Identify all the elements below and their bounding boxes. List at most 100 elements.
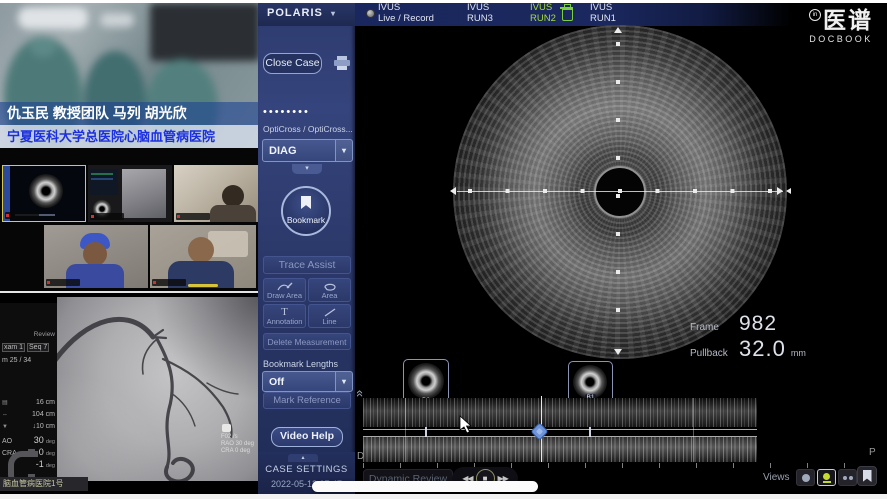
- bookmark-button[interactable]: Bookmark: [281, 186, 331, 236]
- angio-measure-3: ↓10 cm: [32, 423, 55, 430]
- overlay-line: CRA 0 deg: [221, 448, 254, 455]
- area-button[interactable]: Area: [308, 278, 351, 302]
- text-annotation-icon: T: [281, 307, 288, 317]
- ruler-arrow-up-icon: [614, 27, 622, 33]
- angio-measure-2: 104 cm: [32, 411, 55, 418]
- panel-collapse-tab[interactable]: ▾: [292, 164, 322, 174]
- angio-frame-counter: m 25 / 34: [2, 357, 55, 364]
- logo-english: DOCBOOK: [798, 34, 884, 44]
- angio-measure-1: 16 cm: [36, 399, 55, 406]
- case-settings-label[interactable]: CASE SETTINGS: [258, 464, 355, 475]
- table-height-icon: ▤: [2, 399, 8, 406]
- draw-area-icon: [277, 282, 293, 291]
- conference-tile-remote-doctor[interactable]: [174, 165, 258, 222]
- vertical-ruler-ticks: [616, 42, 620, 344]
- or-lamp-2: [100, 13, 134, 27]
- longitudinal-view-upper[interactable]: [363, 398, 757, 427]
- frame-readout: Frame 982 Pullback 32.0 mm: [690, 312, 810, 362]
- draw-area-button[interactable]: Draw Area: [263, 278, 306, 302]
- probe-view-base: [823, 481, 831, 483]
- bookmark-icon: [863, 470, 872, 482]
- frame-label: Frame: [690, 322, 734, 333]
- tab-line1: IVUS: [590, 2, 616, 13]
- participant-name-pill: [176, 213, 210, 220]
- participant-head: [222, 185, 244, 207]
- tab-ivus-run2-active[interactable]: IVUS RUN2: [530, 2, 556, 24]
- angle-unit: deg: [46, 439, 55, 445]
- docbook-logo: in 医谱 DOCBOOK: [798, 7, 884, 44]
- participant-body: [210, 205, 256, 222]
- overlay-line: F02 /s: [221, 434, 254, 441]
- conference-tile-ivus-share[interactable]: [2, 165, 86, 222]
- delete-run-icon[interactable]: [562, 9, 573, 21]
- close-case-button[interactable]: Close Case: [263, 53, 322, 74]
- pullback-ruler: [363, 463, 875, 468]
- angio-source-label: 脑血管病医院1号: [0, 477, 88, 491]
- longitudinal-view-lower[interactable]: [363, 437, 757, 462]
- angiography-panel: Review xam 1 Seq 7 m 25 / 34 ▤ 16 cm ⇔ 1…: [0, 291, 258, 494]
- mode-select[interactable]: DIAG ▾: [262, 139, 353, 162]
- polaris-ivus-screen: 仇玉民 教授团队 马列 胡光欣 宁夏医科大学总医院心脑血管病医院: [0, 0, 887, 499]
- app-title: POLARIS: [267, 7, 323, 19]
- ruler-arrow-right-icon: [777, 187, 783, 195]
- tab-line2: Live / Record: [378, 13, 434, 24]
- view-dual-button[interactable]: [838, 469, 857, 486]
- delete-measurement-button[interactable]: Delete Measurement: [263, 333, 351, 350]
- participant-head: [83, 242, 107, 266]
- tab-ivus-live-record[interactable]: IVUS Live / Record: [378, 2, 434, 24]
- video-help-button[interactable]: Video Help: [271, 427, 343, 447]
- bookmark-thumbnail-b1[interactable]: B1: [568, 361, 613, 403]
- angle-value: 0: [39, 447, 44, 457]
- overlay-line: RAO 30 deg: [221, 441, 254, 448]
- angio-review-label: Review: [2, 331, 55, 338]
- monitor-trace: [91, 173, 113, 175]
- segment-boundary-left: [405, 398, 406, 462]
- dual-view-icon: [849, 476, 853, 480]
- angle-value: 30: [34, 435, 44, 445]
- tab-ivus-run3[interactable]: IVUS RUN3: [467, 2, 493, 24]
- conference-tile-operator[interactable]: [150, 225, 256, 288]
- acquisition-icon: [222, 424, 231, 432]
- probe-view-icon: [823, 473, 830, 480]
- tab-ivus-run1[interactable]: IVUS RUN1: [590, 2, 616, 24]
- pullback-value: 32.0: [739, 336, 786, 362]
- view-probe-button-active[interactable]: [817, 469, 836, 486]
- longitudinal-centerline: [363, 429, 757, 430]
- bookmark-view-button[interactable]: [857, 466, 877, 486]
- views-label: Views: [763, 472, 790, 483]
- frame-value: 982: [739, 312, 777, 336]
- annotation-label: Annotation: [267, 318, 303, 325]
- pullback-label: Pullback: [690, 348, 734, 359]
- cathlab-xray: [122, 169, 166, 218]
- thumb-ivus-ring: [408, 363, 444, 399]
- stream-caption-team: 仇玉民 教授团队 马列 胡光欣: [0, 102, 258, 125]
- audio-indicator: [188, 284, 218, 287]
- divider: [0, 291, 258, 293]
- horizontal-ruler-ticks: [468, 189, 772, 193]
- angle-unit: deg: [46, 451, 55, 457]
- angle-unit: deg: [46, 463, 55, 469]
- print-icon[interactable]: [334, 56, 350, 70]
- conference-tile-cathlab[interactable]: [88, 165, 172, 222]
- line-button[interactable]: Line: [308, 304, 351, 328]
- trace-assist-button[interactable]: Trace Assist: [263, 256, 351, 274]
- mark-reference-button[interactable]: Mark Reference: [263, 392, 351, 409]
- view-single-button[interactable]: [796, 469, 815, 486]
- stream-caption-hospital: 宁夏医科大学总医院心脑血管病医院: [0, 125, 258, 148]
- tab-line1: IVUS: [467, 2, 493, 13]
- distance-icon: ⇔: [2, 412, 8, 418]
- case-settings-expand-tab[interactable]: ▴: [288, 454, 318, 462]
- bookmark-lengths-label: Bookmark Lengths: [263, 359, 353, 369]
- conference-tile-nurse[interactable]: [44, 225, 148, 288]
- bookmark-lengths-select[interactable]: Off ▾: [262, 371, 353, 392]
- expand-up-icon[interactable]: «: [353, 390, 368, 395]
- annotation-button[interactable]: T Annotation: [263, 304, 306, 328]
- longitudinal-centerline: [363, 436, 757, 437]
- angio-seq-cell: Seq 7: [27, 343, 49, 352]
- polaris-menu[interactable]: POLARIS ▾: [258, 0, 355, 26]
- angio-exam-cell: xam 1: [2, 343, 25, 352]
- angiogram-image: F02 /s RAO 30 deg CRA 0 deg: [57, 297, 258, 481]
- bookmark-button-label: Bookmark: [283, 215, 329, 225]
- chevron-down-icon: ▾: [335, 372, 352, 391]
- participant-name-pill: [152, 279, 186, 286]
